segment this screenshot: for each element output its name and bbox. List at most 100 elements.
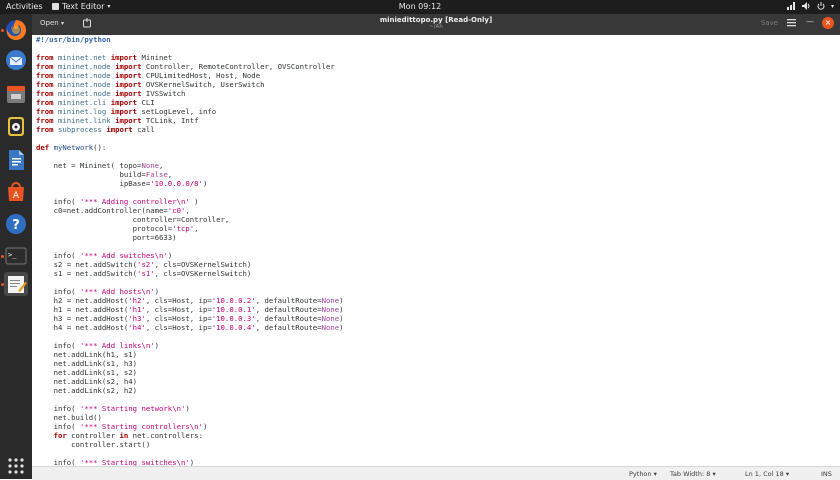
activities-button[interactable]: Activities bbox=[6, 2, 43, 11]
chevron-down-icon: ▾ bbox=[830, 2, 834, 10]
svg-text:>_: >_ bbox=[8, 251, 17, 259]
code-line: from mininet.node import Controller, Rem… bbox=[36, 61, 335, 71]
code-line: build=False, bbox=[36, 169, 173, 179]
code-line: from mininet.node import CPULimitedHost,… bbox=[36, 70, 261, 80]
document-title: miniedittopo.py [Read-Only] bbox=[379, 16, 493, 24]
code-line: h3 = net.addHost('h3', cls=Host, ip='10.… bbox=[36, 313, 344, 323]
code-line: from subprocess import call bbox=[36, 124, 155, 134]
status-bar: Python ▾ Tab Width: 8 ▾ Ln 1, Col 18 ▾ I… bbox=[32, 466, 840, 480]
close-button[interactable]: × bbox=[822, 17, 834, 29]
code-line: from mininet.node import OVSKernelSwitch… bbox=[36, 79, 265, 89]
language-selector[interactable]: Python ▾ bbox=[629, 470, 657, 478]
chevron-down-icon: ▾ bbox=[107, 3, 111, 10]
code-line: net.addLink(s2, h2) bbox=[36, 385, 138, 395]
chevron-down-icon: ▾ bbox=[712, 470, 716, 478]
code-line: ipBase='10.0.0.0/8') bbox=[36, 178, 208, 188]
insert-mode-indicator[interactable]: INS bbox=[821, 470, 832, 478]
code-line: controller.start() bbox=[36, 439, 151, 449]
code-line: protocol='tcp', bbox=[36, 223, 199, 233]
top-panel: Activities Text Editor ▾ Mon 09:12 ▾ bbox=[0, 0, 840, 14]
text-editor-app-icon bbox=[52, 3, 59, 10]
tab-width-label: Tab Width: 8 bbox=[670, 470, 711, 478]
code-line: c0=net.addController(name='c0', bbox=[36, 205, 190, 215]
text-editor-icon[interactable] bbox=[4, 272, 28, 296]
code-line: h2 = net.addHost('h2', cls=Host, ip='10.… bbox=[36, 295, 344, 305]
header-bar: Open ▾ miniedittopo.py [Read-Only] ~/Ah … bbox=[32, 14, 840, 35]
thunderbird-icon[interactable] bbox=[4, 48, 28, 72]
window-title: miniedittopo.py [Read-Only] ~/Ah bbox=[32, 16, 840, 30]
code-line: s1 = net.addSwitch('s1', cls=OVSKernelSw… bbox=[36, 268, 252, 278]
document-path: ~/Ah bbox=[429, 24, 443, 30]
code-line: def myNetwork(): bbox=[36, 142, 107, 152]
minimize-button[interactable]: — bbox=[806, 17, 814, 26]
code-line: net.addLink(s1, h3) bbox=[36, 358, 138, 368]
code-line: info( '*** Add hosts\n') bbox=[36, 286, 160, 296]
menu-icon bbox=[787, 19, 796, 27]
svg-text:?: ? bbox=[12, 218, 20, 233]
code-line: s2 = net.addSwitch('s2', cls=OVSKernelSw… bbox=[36, 259, 252, 269]
close-icon: × bbox=[824, 18, 832, 27]
hamburger-menu-button[interactable] bbox=[787, 18, 796, 29]
code-line: net.addLink(s1, s2) bbox=[36, 367, 138, 377]
code-line: info( '*** Starting controllers\n') bbox=[36, 421, 208, 431]
code-line: info( '*** Add switches\n') bbox=[36, 250, 173, 260]
clock[interactable]: Mon 09:12 bbox=[399, 2, 441, 11]
code-line: net.addLink(h1, s1) bbox=[36, 349, 138, 359]
svg-text:A: A bbox=[13, 191, 20, 201]
network-icon bbox=[786, 2, 795, 10]
language-label: Python bbox=[629, 470, 652, 478]
code-line: h1 = net.addHost('h1', cls=Host, ip='10.… bbox=[36, 304, 344, 314]
code-text: #!/usr/bin/python from mininet.net impor… bbox=[36, 35, 344, 466]
chevron-down-icon: ▾ bbox=[653, 470, 657, 478]
running-indicator bbox=[1, 29, 4, 32]
app-menu-label: Text Editor bbox=[62, 2, 105, 11]
code-line: info( '*** Add links\n') bbox=[36, 340, 160, 350]
system-tray[interactable]: ▾ bbox=[786, 2, 834, 10]
writer-document-icon[interactable] bbox=[4, 148, 28, 172]
code-line: info( '*** Starting switches\n') bbox=[36, 457, 195, 467]
help-icon[interactable]: ? bbox=[4, 212, 28, 236]
code-line: net.build() bbox=[36, 412, 102, 422]
software-center-icon[interactable]: A bbox=[4, 180, 28, 204]
code-line: #!/usr/bin/python bbox=[36, 35, 111, 44]
chevron-down-icon: ▾ bbox=[785, 470, 790, 478]
code-line: from mininet.log import setLogLevel, inf… bbox=[36, 106, 217, 116]
rhythmbox-icon[interactable] bbox=[4, 114, 28, 138]
terminal-icon[interactable]: >_ bbox=[4, 244, 28, 268]
running-indicator bbox=[1, 255, 4, 258]
code-line: info( '*** Starting network\n') bbox=[36, 403, 190, 413]
minimize-icon: — bbox=[806, 17, 814, 26]
code-line: from mininet.net import Mininet bbox=[36, 52, 173, 62]
running-indicator bbox=[1, 283, 4, 286]
app-menu[interactable]: Text Editor ▾ bbox=[52, 2, 110, 11]
code-line: port=6633) bbox=[36, 232, 177, 242]
show-applications-icon[interactable] bbox=[4, 454, 28, 478]
save-button[interactable]: Save bbox=[761, 19, 778, 27]
code-line: from mininet.node import IVSSwitch bbox=[36, 88, 186, 98]
power-icon bbox=[817, 2, 825, 10]
cursor-position-selector[interactable]: Ln 1, Col 18 ▾ bbox=[745, 470, 789, 478]
code-line: controller=Controller, bbox=[36, 214, 230, 224]
code-line: from mininet.link import TCLink, Intf bbox=[36, 115, 199, 125]
code-line: net.addLink(s2, h4) bbox=[36, 376, 138, 386]
files-icon[interactable] bbox=[4, 82, 28, 106]
code-line: from mininet.cli import CLI bbox=[36, 97, 155, 107]
code-line: for controller in net.controllers: bbox=[53, 430, 203, 440]
firefox-icon[interactable] bbox=[4, 18, 28, 42]
volume-icon bbox=[801, 2, 810, 10]
code-line: h4 = net.addHost('h4', cls=Host, ip='10.… bbox=[36, 322, 344, 332]
tab-width-selector[interactable]: Tab Width: 8 ▾ bbox=[670, 470, 716, 478]
cursor-position-label: Ln 1, Col 18 bbox=[745, 470, 784, 478]
dock: A ? >_ bbox=[0, 14, 32, 479]
code-line: net = Mininet( topo=None, bbox=[36, 160, 164, 170]
code-editor[interactable]: #!/usr/bin/python from mininet.net impor… bbox=[32, 35, 840, 466]
